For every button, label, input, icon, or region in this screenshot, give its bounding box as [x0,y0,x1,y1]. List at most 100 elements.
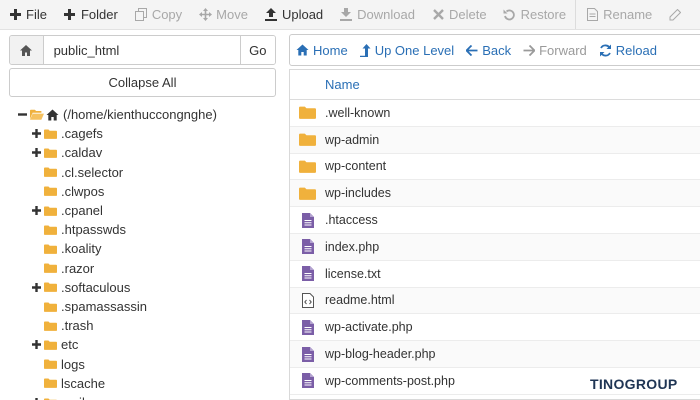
plus-icon [63,9,77,20]
path-input[interactable] [43,36,240,64]
folder-icon [44,321,57,331]
brand-watermark: TINOGROUP [590,376,678,392]
table-row[interactable]: .htaccess [290,207,700,234]
nav-forward-label: Forward [539,42,587,58]
nav-reload-button[interactable]: Reload [593,35,663,65]
file-button[interactable]: File [0,0,55,29]
download-button[interactable]: Download [331,0,423,29]
tree-item[interactable]: .caldav [31,143,102,162]
upload-button[interactable]: Upload [256,0,331,29]
tree-item[interactable]: .koality [31,239,101,258]
arrow-left-icon [466,44,478,56]
toolbar-separator [575,0,577,29]
text-file-icon [290,319,325,335]
nav-up-button[interactable]: Up One Level [354,35,461,65]
arrow-right-icon [523,44,536,56]
expand-toggle-icon[interactable] [31,335,41,354]
nav-home-button[interactable]: Home [290,35,354,65]
nav-home-label: Home [313,42,348,58]
tree-item[interactable]: .cpanel [31,201,103,220]
tree-item[interactable]: logs [31,355,85,374]
path-home-button[interactable] [10,36,44,64]
table-row[interactable]: wp-content [290,154,700,181]
rename-label: Rename [603,7,653,22]
folder-icon [44,167,57,177]
file-name: wp-activate.php [325,320,413,335]
file-name: license.txt [325,266,381,281]
table-header: Name [290,70,700,100]
table-row[interactable]: license.txt [290,261,700,288]
tree-item-label: .koality [61,241,102,257]
tree-item-label: lscache [61,375,106,391]
nav-back-button[interactable]: Back [460,35,517,65]
rename-button[interactable]: Rename [577,0,660,29]
table-row[interactable]: .well-known [290,100,700,127]
file-name: wp-includes [325,186,392,201]
tree-item[interactable]: .cl.selector [31,163,123,182]
folder-icon [290,187,325,200]
delete-button[interactable]: Delete [423,0,495,29]
restore-button[interactable]: Restore [495,0,575,29]
folder-icon [44,378,57,389]
tree-item[interactable]: .htpasswds [31,220,126,239]
navigation-bar: Home Up One Level Back Forward Reload [289,34,700,66]
move-button[interactable]: Move [190,0,256,29]
tree-item[interactable]: lscache [31,374,105,393]
home-icon [20,44,33,56]
expand-toggle-icon[interactable] [31,143,41,162]
tree-item-label: .cpanel [61,203,103,218]
file-name: index.php [325,239,380,254]
download-icon [339,8,353,21]
copy-button[interactable]: Copy [126,0,190,29]
tree-item-label: .htpasswds [61,222,127,238]
tree-item[interactable]: mail [31,393,85,400]
tree-item[interactable]: .clwpos [31,182,104,201]
tree-item[interactable]: etc [31,335,78,354]
text-file-icon [290,373,325,389]
expand-toggle-icon[interactable] [31,201,41,220]
folder-button[interactable]: Folder [55,0,126,29]
edit-button[interactable] [660,0,694,29]
tree-item[interactable]: .razor [31,259,94,278]
nav-back-label: Back [482,42,512,58]
move-arrows-icon [198,8,212,21]
tree-item[interactable]: .trash [31,316,94,335]
folder-icon [44,206,57,216]
tree-item[interactable]: .spamassassin [31,297,147,316]
table-row[interactable]: readme.html [290,287,700,315]
tree-root[interactable]: (/home/kienthuccongnghe) [17,105,217,124]
table-row[interactable]: wp-includes [290,180,700,208]
nav-reload-label: Reload [615,42,657,58]
tree-item-label: logs [61,356,85,372]
text-file-icon [290,212,325,228]
nav-forward-button[interactable]: Forward [517,35,593,65]
table-row[interactable]: index.php [290,233,700,261]
expand-toggle-icon[interactable] [31,124,41,143]
file-name: wp-comments-post.php [325,373,455,388]
file-name: wp-blog-header.php [325,347,436,362]
file-name: readme.html [325,293,395,308]
tree-item[interactable]: .cagefs [31,124,103,143]
download-label: Download [357,7,415,22]
table-row[interactable]: wp-activate.php [290,314,700,342]
expand-toggle-icon[interactable] [31,278,41,297]
folder-icon [44,225,57,235]
tree-item-label: .clwpos [61,183,105,199]
file-label: File [26,7,47,22]
folder-icon [290,133,325,147]
expand-toggle-icon[interactable] [31,393,41,400]
tree-item-label: .softaculous [61,279,131,295]
collapse-all-button[interactable]: Collapse All [9,68,276,97]
go-button[interactable]: Go [239,36,275,64]
collapse-toggle-icon[interactable] [17,105,27,124]
table-row[interactable]: wp-blog-header.php [290,341,700,368]
folder-label: Folder [80,7,118,22]
name-column-header[interactable]: Name [325,77,360,92]
folder-icon [44,129,57,139]
tree-item[interactable]: .softaculous [31,278,130,297]
table-row[interactable]: wp-admin [290,126,700,154]
